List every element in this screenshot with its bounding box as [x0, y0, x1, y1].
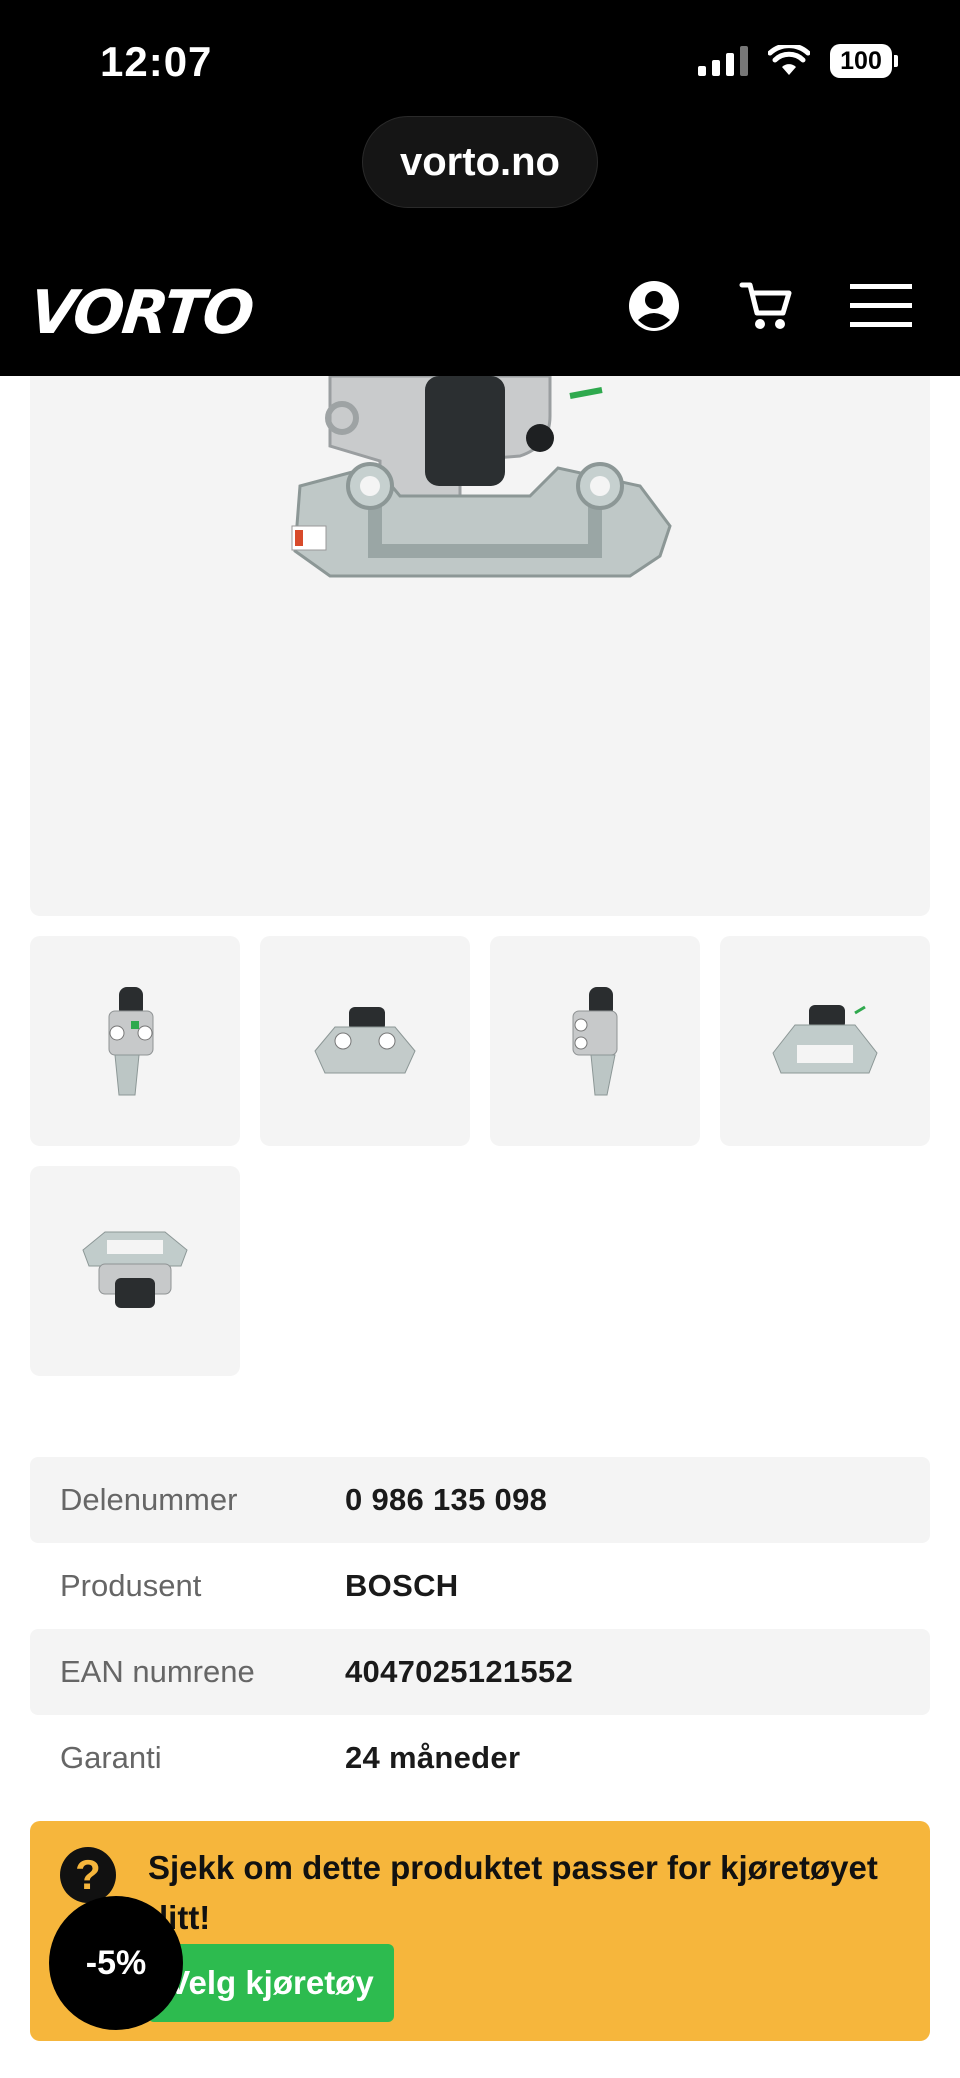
spec-label: EAN numrene — [60, 1654, 255, 1689]
thumbnail-4[interactable] — [720, 936, 930, 1146]
caliper-top-thumb-icon — [314, 1007, 416, 1074]
status-indicators: 100 — [698, 44, 898, 78]
caliper-back-thumb-icon — [82, 1231, 188, 1308]
vorto-logo[interactable]: VORTO — [26, 278, 255, 348]
spec-row-garanti: Garanti 24 måneder — [30, 1715, 930, 1801]
fitment-text: Sjekk om dette produktet passer for kjør… — [148, 1849, 878, 1936]
top-bar: 12:07 100 vorto.no VORTO — [0, 0, 960, 376]
status-time: 12:07 — [100, 38, 213, 85]
cart-icon[interactable] — [734, 274, 798, 338]
caliper-angle-thumb-icon — [572, 987, 618, 1096]
spec-row-delenummer: Delenummer 0 986 135 098 — [30, 1457, 930, 1543]
wifi-icon — [768, 45, 810, 75]
spec-row-ean: EAN numrene 4047025121552 — [30, 1629, 930, 1715]
spec-label: Produsent — [60, 1568, 202, 1603]
spec-row-produsent: Produsent BOSCH — [30, 1543, 930, 1629]
cellular-signal-icon — [698, 46, 748, 76]
select-vehicle-button[interactable]: Velg kjøretøy — [148, 1944, 394, 2022]
spec-value: 0 986 135 098 — [345, 1482, 548, 1517]
thumbnail-3[interactable] — [490, 936, 700, 1146]
battery-level: 100 — [830, 44, 892, 78]
spec-value: BOSCH — [345, 1568, 459, 1603]
thumbnail-1[interactable] — [30, 936, 240, 1146]
spec-label: Delenummer — [60, 1482, 238, 1517]
spec-label: Garanti — [60, 1740, 162, 1775]
battery-icon: 100 — [830, 44, 898, 78]
discount-badge[interactable]: -5% — [49, 1896, 183, 2030]
url-bar[interactable]: vorto.no — [362, 116, 598, 208]
account-icon[interactable] — [622, 274, 686, 338]
thumbnail-5[interactable] — [30, 1166, 240, 1376]
spec-value: 24 måneder — [345, 1740, 521, 1775]
caliper-side-thumb-icon — [108, 987, 154, 1096]
menu-icon[interactable] — [846, 274, 916, 338]
product-main-image[interactable] — [30, 376, 930, 916]
brake-caliper-image — [291, 376, 672, 578]
question-icon: ? — [60, 1847, 116, 1903]
caliper-front-thumb-icon — [772, 1005, 878, 1074]
spec-value: 4047025121552 — [345, 1654, 574, 1689]
thumbnail-2[interactable] — [260, 936, 470, 1146]
